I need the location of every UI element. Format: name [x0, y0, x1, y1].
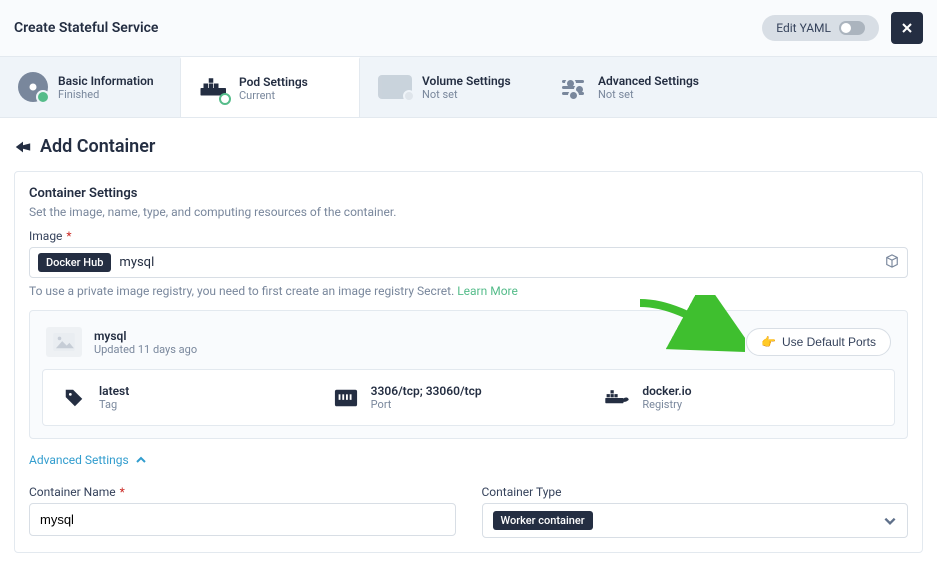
step-title: Advanced Settings: [598, 74, 699, 88]
port-icon: [333, 385, 359, 411]
port-value: 3306/tcp; 33060/tcp: [371, 384, 482, 398]
chevron-up-icon: [135, 454, 147, 466]
tag-label: Tag: [99, 398, 129, 411]
container-name-label: Container Name*: [29, 485, 456, 499]
edit-yaml-toggle[interactable]: Edit YAML: [762, 15, 879, 41]
toggle-icon: [839, 21, 865, 35]
step-sub: Not set: [598, 88, 699, 101]
dialog-title: Create Stateful Service: [14, 20, 158, 36]
step-basic-information[interactable]: Basic Information Finished: [0, 57, 180, 117]
step-advanced-settings[interactable]: Advanced Settings Not set: [540, 57, 720, 117]
image-input[interactable]: Docker Hub mysql: [29, 247, 908, 278]
back-arrow-icon[interactable]: [14, 138, 32, 156]
header-actions: Edit YAML: [762, 12, 923, 44]
image-label: Image*: [29, 229, 908, 243]
learn-more-link[interactable]: Learn More: [457, 284, 518, 298]
advanced-settings-link[interactable]: Advanced Settings: [29, 453, 908, 467]
pointing-hand-icon: 👉: [761, 335, 776, 349]
dialog-header: Create Stateful Service Edit YAML: [0, 0, 937, 57]
step-sub: Finished: [58, 88, 154, 101]
step-title: Pod Settings: [239, 75, 308, 89]
tag-value: latest: [99, 384, 129, 398]
step-advanced-icon: [558, 72, 588, 102]
wizard-steps: Basic Information Finished Pod Settings …: [0, 57, 937, 118]
section-heading-text: Add Container: [40, 136, 155, 157]
registry-value: docker.io: [642, 384, 691, 398]
step-sub: Not set: [422, 88, 511, 101]
image-updated: Updated 11 days ago: [94, 343, 197, 356]
image-hint: To use a private image registry, you nee…: [29, 284, 908, 298]
image-detail-row: latest Tag 3306/tcp; 33060/tcp Port: [42, 369, 895, 426]
required-asterisk: *: [120, 485, 125, 499]
close-button[interactable]: [891, 12, 923, 44]
required-asterisk: *: [66, 229, 71, 243]
step-sub: Current: [239, 89, 308, 102]
use-default-ports-label: Use Default Ports: [782, 335, 876, 349]
panel-description: Set the image, name, type, and computing…: [29, 205, 908, 219]
registry-label: Registry: [642, 398, 691, 411]
step-pod-settings[interactable]: Pod Settings Current: [180, 57, 360, 117]
edit-yaml-label: Edit YAML: [776, 21, 831, 35]
image-name: mysql: [94, 329, 197, 343]
container-type-label: Container Type: [482, 485, 909, 499]
port-label: Port: [371, 398, 482, 411]
cube-icon: [885, 253, 899, 272]
step-title: Basic Information: [58, 74, 154, 88]
container-settings-panel: Container Settings Set the image, name, …: [14, 171, 923, 553]
image-result-card: mysql Updated 11 days ago 👉 Use Default …: [29, 310, 908, 439]
step-basic-icon: [18, 72, 48, 102]
registry-chip: Docker Hub: [38, 253, 111, 272]
registry-icon: [604, 385, 630, 411]
step-volume-icon: [378, 75, 412, 99]
chevron-down-icon: [883, 514, 897, 528]
step-title: Volume Settings: [422, 74, 511, 88]
step-pod-icon: [199, 73, 229, 103]
image-thumbnail: [46, 327, 82, 357]
tag-icon: [61, 385, 87, 411]
section-heading: Add Container: [14, 136, 923, 157]
use-default-ports-button[interactable]: 👉 Use Default Ports: [746, 328, 891, 356]
close-icon: [899, 20, 915, 36]
container-type-value: Worker container: [493, 511, 593, 530]
image-value: mysql: [119, 255, 877, 270]
container-name-input[interactable]: [29, 503, 456, 536]
panel-title: Container Settings: [29, 186, 908, 201]
step-volume-settings[interactable]: Volume Settings Not set: [360, 57, 540, 117]
container-type-select[interactable]: Worker container: [482, 503, 909, 538]
